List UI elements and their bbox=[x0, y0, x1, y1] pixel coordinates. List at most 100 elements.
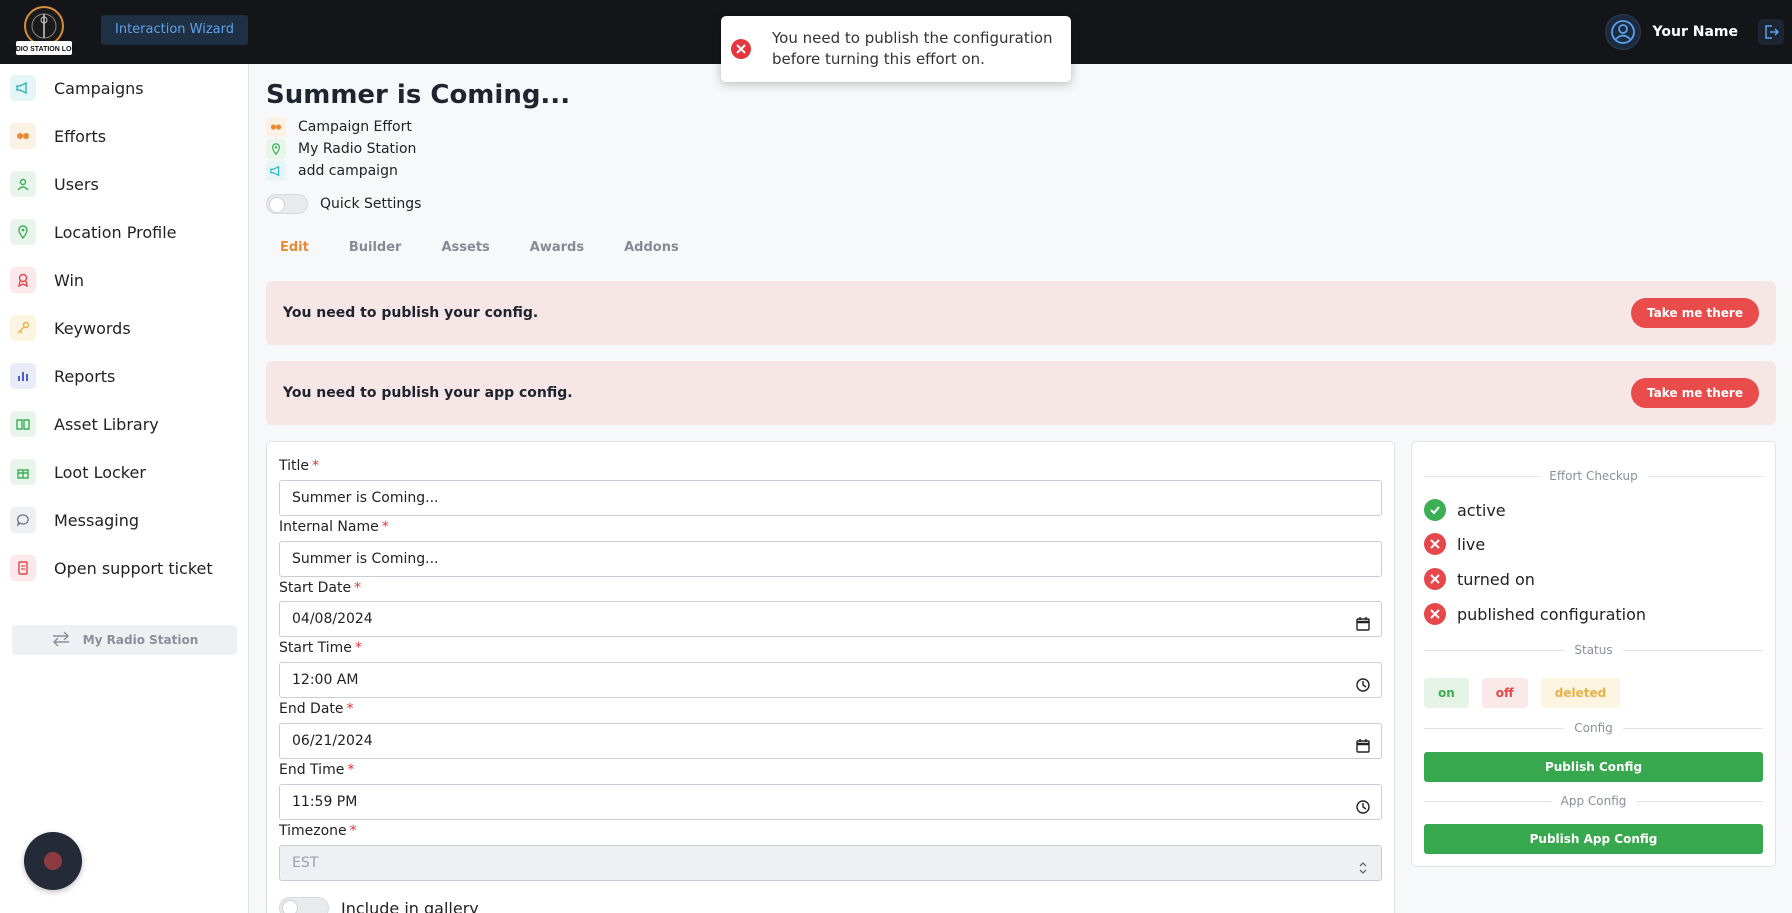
quick-settings-row: Quick Settings bbox=[266, 194, 421, 214]
tab-builder[interactable]: Builder bbox=[335, 238, 416, 258]
radio-station-logo[interactable]: RADIO STATION LOGO bbox=[6, 5, 83, 57]
sidebar-item-open-support-ticket[interactable]: Open support ticket bbox=[10, 548, 240, 588]
publish-config-button[interactable]: Publish Config bbox=[1424, 752, 1763, 782]
checkup-heading: Effort Checkup bbox=[1549, 469, 1638, 483]
start-date-input[interactable]: 04/08/2024 bbox=[279, 601, 1382, 637]
calendar-icon[interactable] bbox=[1355, 611, 1371, 631]
effort-icon bbox=[266, 117, 286, 137]
check-fail-icon bbox=[1424, 568, 1446, 590]
toast-message: You need to publish the configuration be… bbox=[772, 29, 1053, 68]
internal-name-input[interactable]: Summer is Coming... bbox=[279, 541, 1382, 577]
sidebar-item-label: Keywords bbox=[54, 318, 131, 338]
end-date-input[interactable]: 06/21/2024 bbox=[279, 723, 1382, 759]
end-date-label: End Date * bbox=[279, 701, 354, 717]
take-me-there-button[interactable]: Take me there bbox=[1630, 298, 1759, 328]
sidebar-item-location-profile[interactable]: Location Profile bbox=[10, 212, 240, 252]
location-pin-icon bbox=[266, 139, 286, 159]
award-icon bbox=[10, 267, 36, 293]
book-icon bbox=[10, 411, 36, 437]
key-icon bbox=[10, 315, 36, 341]
timezone-value: EST bbox=[292, 855, 319, 871]
tab-edit[interactable]: Edit bbox=[266, 238, 323, 258]
tab-bar: Edit Builder Assets Awards Addons bbox=[266, 238, 705, 258]
quick-settings-label: Quick Settings bbox=[320, 196, 422, 212]
clock-icon[interactable] bbox=[1355, 794, 1371, 814]
meta-label: add campaign bbox=[298, 163, 398, 179]
error-icon bbox=[731, 39, 751, 59]
title-input[interactable]: Summer is Coming... bbox=[279, 480, 1382, 516]
sidebar-item-efforts[interactable]: Efforts bbox=[10, 116, 240, 156]
sidebar-item-loot-locker[interactable]: Loot Locker bbox=[10, 452, 240, 492]
sidebar-item-reports[interactable]: Reports bbox=[10, 356, 240, 396]
publish-config-alert: You need to publish your config. Take me… bbox=[266, 281, 1776, 345]
include-in-gallery-row: Include in gallery bbox=[279, 897, 479, 913]
check-item-published-configuration: published configuration bbox=[1424, 602, 1646, 626]
alert-message: You need to publish your app config. bbox=[283, 385, 573, 401]
include-in-gallery-toggle[interactable] bbox=[279, 897, 329, 913]
sidebar-item-asset-library[interactable]: Asset Library bbox=[10, 404, 240, 444]
location-pin-icon bbox=[10, 219, 36, 245]
user-area: Your Name bbox=[1604, 0, 1792, 64]
interaction-wizard-button[interactable]: Interaction Wizard bbox=[101, 15, 248, 45]
sidebar-item-users[interactable]: Users bbox=[10, 164, 240, 204]
config-heading: Config bbox=[1574, 721, 1613, 735]
start-time-input[interactable]: 12:00 AM bbox=[279, 662, 1382, 698]
quick-settings-toggle[interactable] bbox=[266, 194, 308, 214]
end-date-value: 06/21/2024 bbox=[292, 733, 373, 749]
meta-station[interactable]: My Radio Station bbox=[266, 139, 416, 159]
sidebar-item-label: Open support ticket bbox=[54, 558, 213, 578]
sidebar-item-label: Users bbox=[54, 174, 99, 194]
internal-name-label: Internal Name * bbox=[279, 519, 389, 535]
sidebar: Campaigns Efforts Users Location Profile… bbox=[0, 64, 249, 913]
start-date-value: 04/08/2024 bbox=[292, 611, 373, 627]
status-off-button[interactable]: off bbox=[1481, 678, 1528, 708]
alert-message: You need to publish your config. bbox=[283, 305, 539, 321]
sidebar-item-label: Win bbox=[54, 270, 85, 290]
start-time-label: Start Time * bbox=[279, 640, 362, 656]
clock-icon[interactable] bbox=[1355, 672, 1371, 692]
user-icon bbox=[10, 171, 36, 197]
sidebar-item-win[interactable]: Win bbox=[10, 260, 240, 300]
tab-addons[interactable]: Addons bbox=[610, 238, 693, 258]
publish-app-config-button[interactable]: Publish App Config bbox=[1424, 824, 1763, 854]
sidebar-item-label: Loot Locker bbox=[54, 462, 146, 482]
start-time-value: 12:00 AM bbox=[292, 672, 359, 688]
status-divider: Status bbox=[1424, 642, 1763, 658]
swap-arrows-icon bbox=[51, 631, 71, 650]
effort-icon bbox=[10, 123, 36, 149]
end-time-label: End Time * bbox=[279, 762, 355, 778]
app-config-divider: App Config bbox=[1424, 793, 1763, 809]
timezone-select[interactable]: EST bbox=[279, 845, 1382, 881]
sidebar-item-messaging[interactable]: Messaging bbox=[10, 500, 240, 540]
tab-awards[interactable]: Awards bbox=[516, 238, 598, 258]
sidebar-item-label: Location Profile bbox=[54, 222, 177, 242]
error-toast[interactable]: You need to publish the configuration be… bbox=[721, 16, 1071, 82]
status-heading: Status bbox=[1574, 643, 1613, 657]
chat-icon bbox=[10, 507, 36, 533]
take-me-there-button[interactable]: Take me there bbox=[1630, 378, 1759, 408]
meta-effort-type: Campaign Effort bbox=[266, 117, 412, 137]
calendar-icon[interactable] bbox=[1355, 733, 1371, 753]
user-name[interactable]: Your Name bbox=[1653, 24, 1738, 40]
user-avatar-icon[interactable] bbox=[1604, 14, 1641, 50]
sidebar-item-label: Reports bbox=[54, 366, 116, 386]
sidebar-item-label: Efforts bbox=[54, 126, 107, 146]
check-item-live: live bbox=[1424, 532, 1485, 556]
bar-chart-icon bbox=[10, 363, 36, 389]
sidebar-item-campaigns[interactable]: Campaigns bbox=[10, 68, 240, 108]
start-date-label: Start Date * bbox=[279, 580, 362, 596]
chat-launcher-button[interactable] bbox=[24, 832, 82, 890]
logout-icon[interactable] bbox=[1758, 19, 1784, 45]
tab-assets[interactable]: Assets bbox=[427, 238, 503, 258]
meta-label: Campaign Effort bbox=[298, 119, 412, 135]
title-label: Title * bbox=[279, 458, 320, 474]
end-time-input[interactable]: 11:59 PM bbox=[279, 784, 1382, 820]
station-switch-button[interactable]: My Radio Station bbox=[12, 625, 237, 655]
status-deleted-button[interactable]: deleted bbox=[1540, 678, 1621, 708]
check-item-label: active bbox=[1457, 500, 1506, 520]
config-divider: Config bbox=[1424, 720, 1763, 736]
sidebar-item-keywords[interactable]: Keywords bbox=[10, 308, 240, 348]
status-on-button[interactable]: on bbox=[1424, 678, 1469, 708]
megaphone-icon bbox=[266, 161, 286, 181]
meta-add-campaign[interactable]: add campaign bbox=[266, 161, 398, 181]
